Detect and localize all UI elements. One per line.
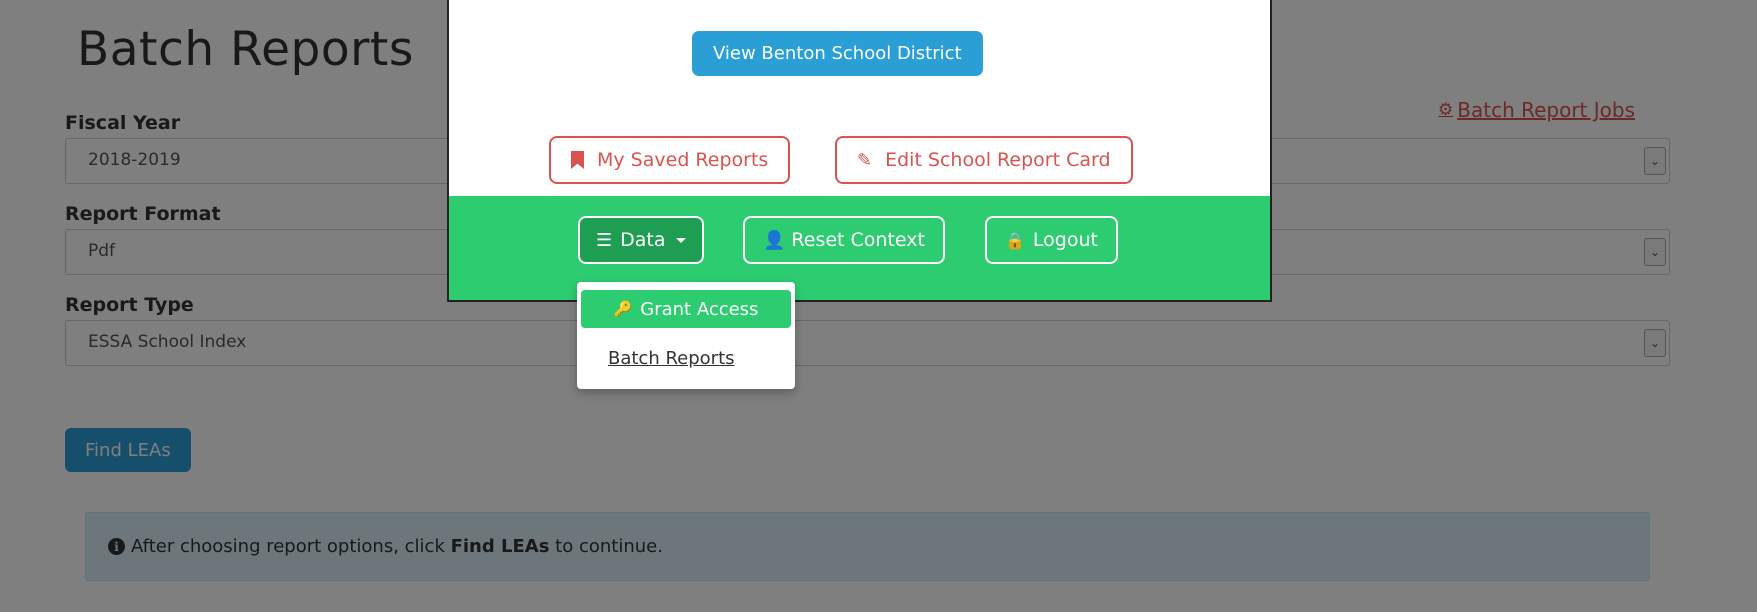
grant-access-label: Grant Access bbox=[640, 298, 759, 320]
edit-report-card-label: Edit School Report Card bbox=[885, 149, 1111, 171]
view-district-button[interactable]: View Benton School District bbox=[692, 31, 983, 76]
reset-context-label: Reset Context bbox=[791, 229, 925, 251]
modal-top-section: View Benton School District My Saved Rep… bbox=[449, 0, 1270, 196]
database-icon: ☰ bbox=[596, 229, 613, 251]
reset-context-button[interactable]: 👤 Reset Context bbox=[743, 216, 945, 264]
data-dropdown-button[interactable]: ☰ Data bbox=[578, 216, 704, 264]
logout-button[interactable]: 🔒 Logout bbox=[985, 216, 1118, 264]
key-icon: 🔑 bbox=[613, 300, 633, 318]
batch-reports-label: Batch Reports bbox=[608, 347, 735, 369]
my-saved-reports-label: My Saved Reports bbox=[597, 149, 769, 171]
modal-action-bar: ☰ Data 👤 Reset Context 🔒 Logout bbox=[449, 196, 1270, 300]
menu-item-batch-reports[interactable]: Batch Reports bbox=[581, 339, 791, 377]
my-saved-reports-button[interactable]: My Saved Reports bbox=[549, 136, 791, 184]
caret-down-icon bbox=[675, 237, 686, 243]
logout-label: Logout bbox=[1032, 229, 1098, 251]
bookmark-icon bbox=[571, 151, 584, 169]
edit-icon: ✎ bbox=[857, 149, 873, 171]
lock-icon: 🔒 bbox=[1005, 230, 1025, 250]
menu-item-grant-access[interactable]: 🔑 Grant Access bbox=[581, 290, 791, 328]
data-button-label: Data bbox=[620, 229, 666, 251]
context-modal: View Benton School District My Saved Rep… bbox=[447, 0, 1272, 302]
data-dropdown-menu: 🔑 Grant Access Batch Reports bbox=[577, 282, 795, 389]
user-remove-icon: 👤 bbox=[763, 229, 786, 251]
edit-report-card-button[interactable]: ✎ Edit School Report Card bbox=[835, 136, 1133, 184]
